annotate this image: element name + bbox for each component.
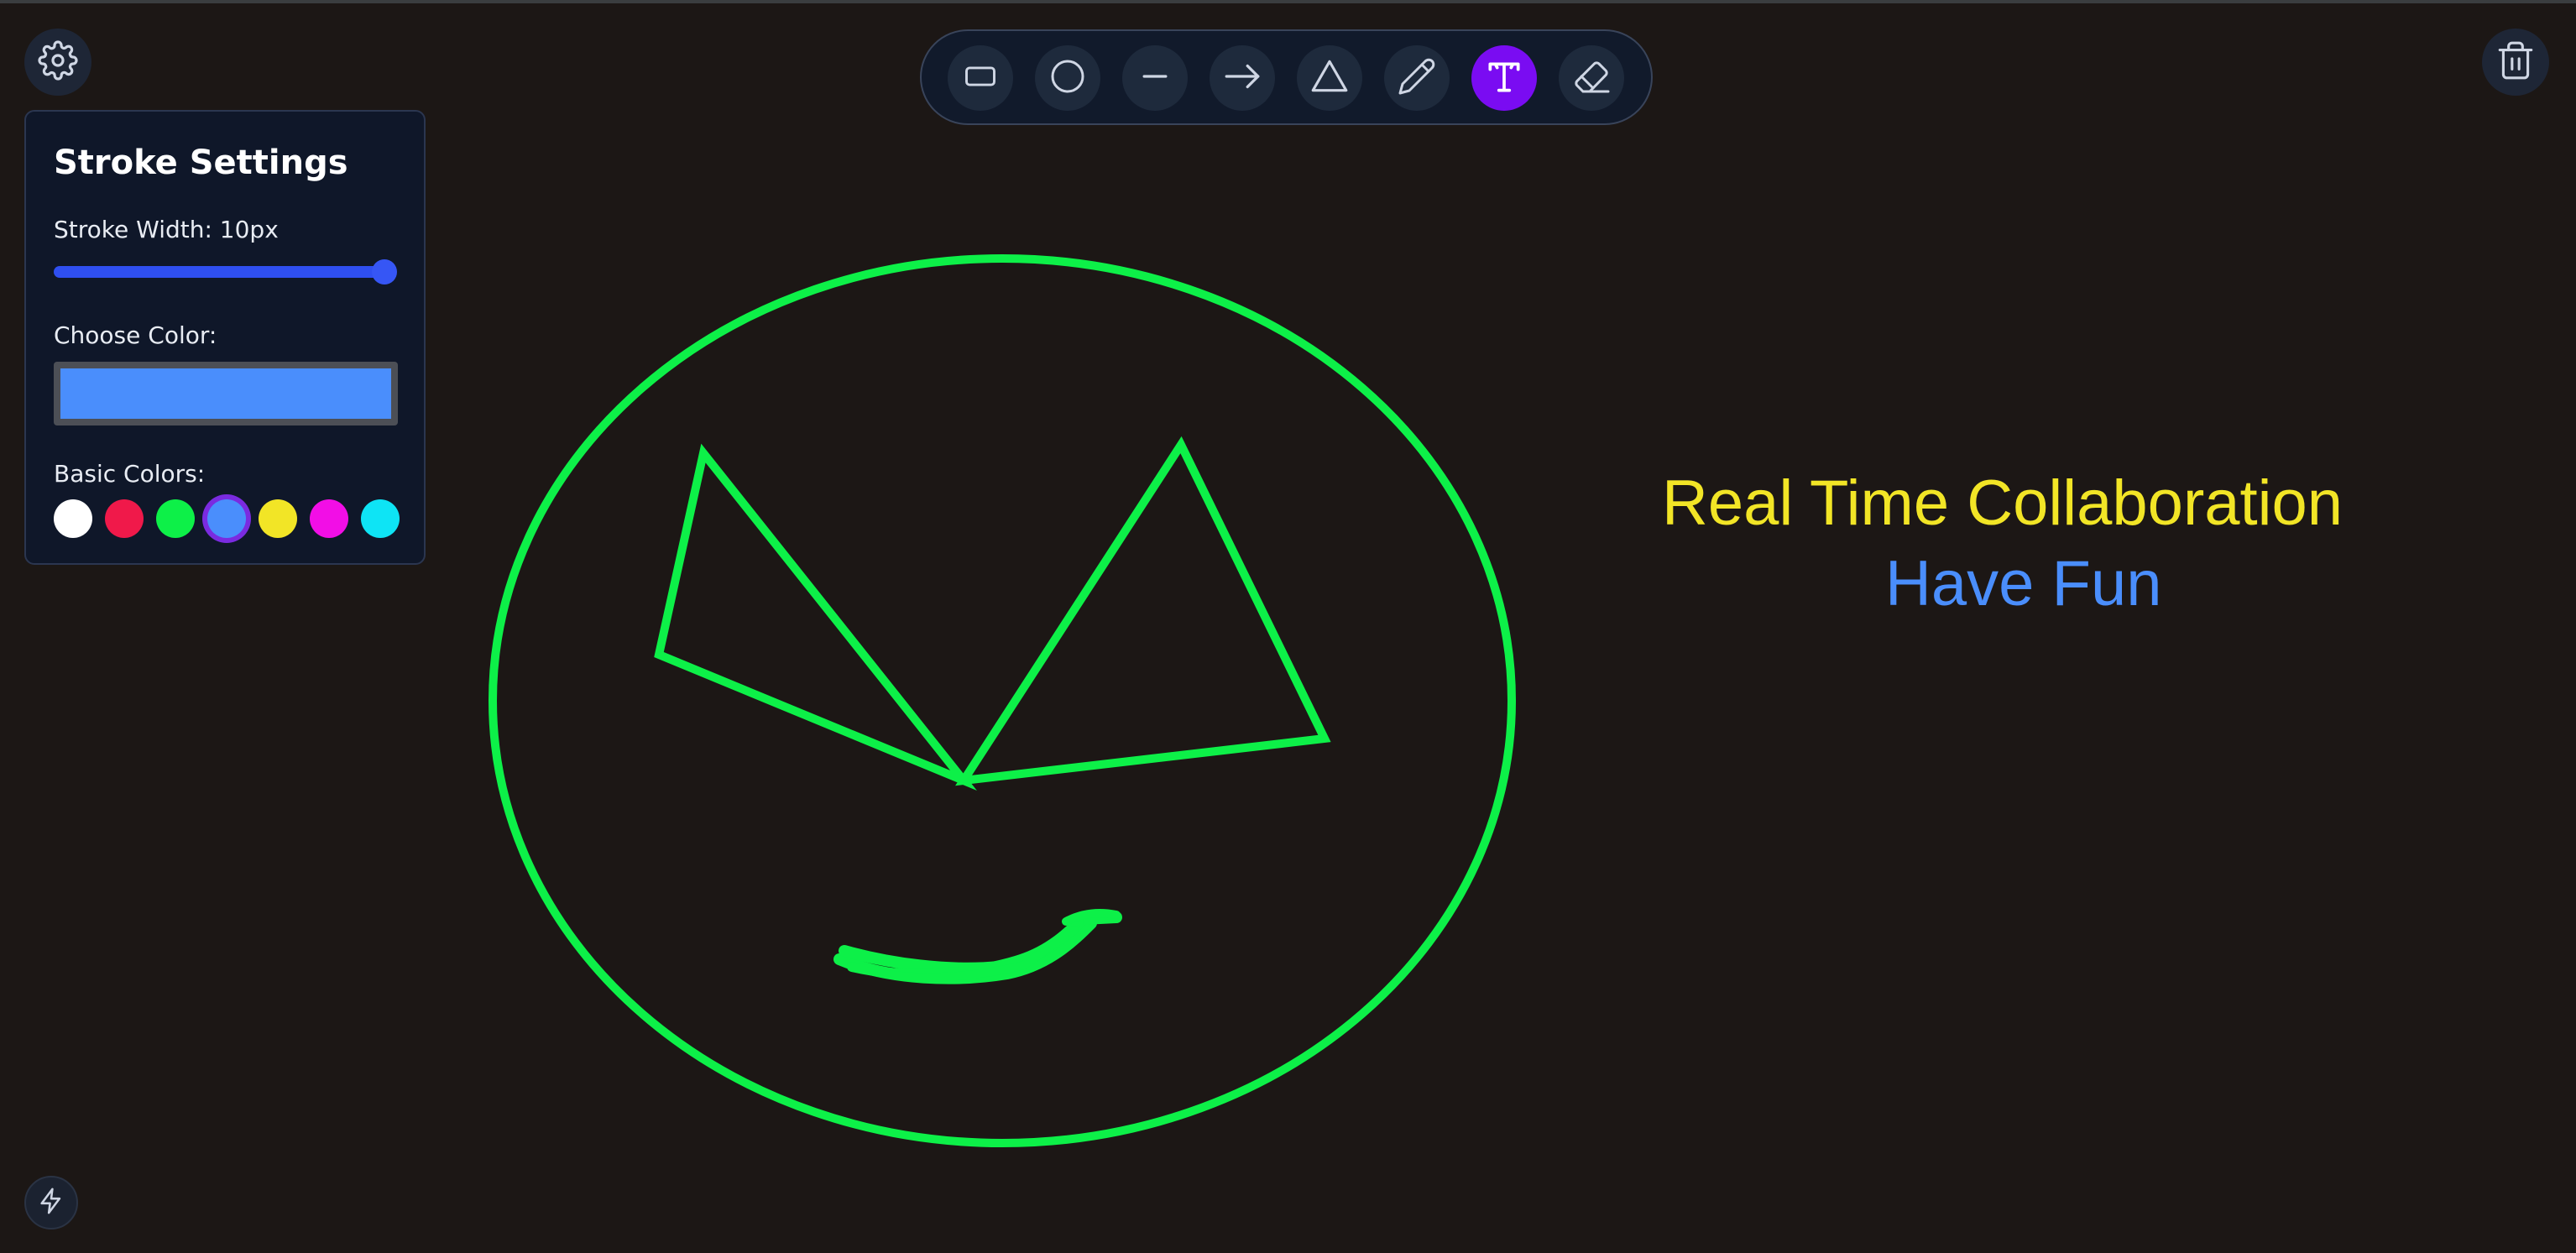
- tool-text[interactable]: [1471, 45, 1537, 111]
- tool-rectangle[interactable]: [948, 45, 1013, 111]
- basic-colors-label: Basic Colors:: [54, 460, 206, 488]
- current-color-preview: [60, 368, 391, 419]
- canvas-text-real-time-collaboration[interactable]: Real Time Collaboration: [1662, 467, 2343, 540]
- stroke-width-slider[interactable]: [54, 266, 393, 278]
- line-icon: [1136, 58, 1173, 98]
- color-swatch-blue[interactable]: [207, 499, 246, 538]
- drawn-triangle-right[interactable]: [955, 436, 1331, 786]
- rectangle-icon: [962, 58, 999, 98]
- quick-action-button[interactable]: [24, 1176, 78, 1230]
- trash-icon: [2495, 39, 2537, 85]
- stroke-width-label: Stroke Width: 10px: [54, 216, 279, 243]
- drawn-pencil-stroke[interactable]: [833, 909, 1122, 984]
- color-swatch-red[interactable]: [105, 499, 144, 538]
- drawing-toolbar: [920, 29, 1653, 125]
- tool-eraser[interactable]: [1559, 45, 1624, 111]
- color-swatch-white[interactable]: [54, 499, 92, 538]
- stroke-settings-panel: Stroke Settings Stroke Width: 10px Choos…: [24, 110, 426, 565]
- bolt-icon: [37, 1187, 65, 1219]
- tool-line[interactable]: [1122, 45, 1188, 111]
- canvas-text-have-fun[interactable]: Have Fun: [1885, 547, 2162, 620]
- tool-triangle[interactable]: [1297, 45, 1362, 111]
- drawn-ellipse[interactable]: [489, 254, 1516, 1147]
- drawn-triangle-left[interactable]: [654, 443, 977, 791]
- color-swatch-magenta[interactable]: [310, 499, 348, 538]
- color-swatch-yellow[interactable]: [259, 499, 297, 538]
- circle-icon: [1048, 56, 1088, 100]
- color-picker-input[interactable]: [54, 362, 398, 425]
- color-swatch-green[interactable]: [156, 499, 195, 538]
- color-swatch-cyan[interactable]: [361, 499, 400, 538]
- triangle-icon: [1309, 55, 1351, 101]
- stroke-settings-title: Stroke Settings: [54, 144, 348, 182]
- tool-circle[interactable]: [1035, 45, 1100, 111]
- clear-canvas-button[interactable]: [2482, 29, 2549, 96]
- basic-colors-swatches: [54, 496, 415, 543]
- eraser-icon: [1571, 56, 1612, 100]
- pencil-icon: [1397, 56, 1437, 100]
- stroke-width-slider-thumb[interactable]: [372, 259, 397, 285]
- text-icon: [1483, 55, 1525, 101]
- arrow-icon: [1221, 55, 1263, 101]
- settings-button[interactable]: [24, 29, 91, 96]
- tool-arrow[interactable]: [1210, 45, 1275, 111]
- gear-icon: [38, 40, 78, 84]
- tool-pencil[interactable]: [1384, 45, 1450, 111]
- choose-color-label: Choose Color:: [54, 321, 217, 349]
